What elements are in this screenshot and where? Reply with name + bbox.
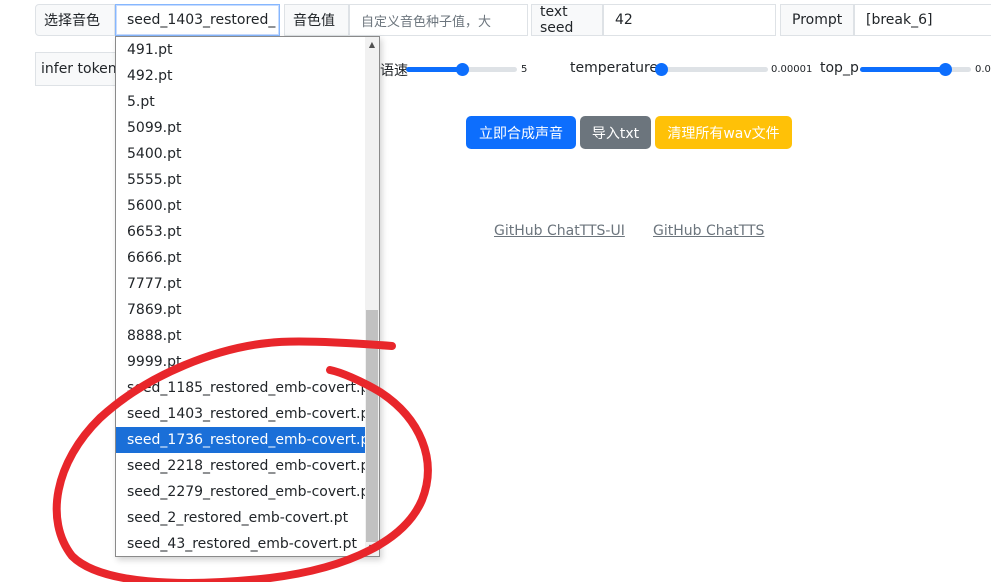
red-annotation-circle [52, 337, 432, 582]
